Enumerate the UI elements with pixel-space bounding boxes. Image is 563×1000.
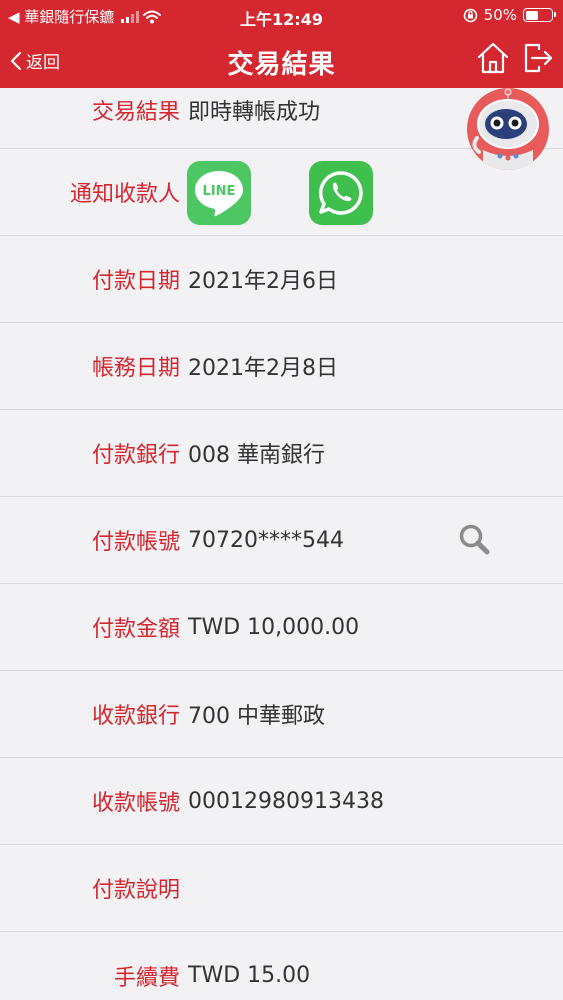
logout-button[interactable] bbox=[522, 41, 554, 79]
account-search-button[interactable] bbox=[457, 522, 491, 560]
logout-icon bbox=[524, 43, 553, 73]
notify-payee-label: 通知收款人 bbox=[69, 182, 180, 207]
payee-bank-label: 收款銀行 bbox=[91, 704, 180, 729]
detail-row-payer-bank: 付款銀行 008 華南銀行 bbox=[0, 410, 563, 497]
detail-row-payee-account: 收款帳號 00012980913438 bbox=[0, 758, 563, 845]
payer-bank-value: 008 華南銀行 bbox=[188, 443, 325, 468]
detail-row-payment-amount: 付款金額 TWD 10,000.00 bbox=[0, 584, 563, 671]
battery-level bbox=[525, 10, 538, 20]
payer-account-label: 付款帳號 bbox=[91, 530, 180, 555]
payment-amount-value: TWD 10,000.00 bbox=[188, 614, 360, 640]
detail-row-payment-note: 付款說明 bbox=[0, 845, 563, 932]
payee-account-label: 收款帳號 bbox=[91, 791, 180, 816]
home-button[interactable] bbox=[476, 41, 510, 79]
robot-assistant-button[interactable] bbox=[467, 88, 549, 170]
whatsapp-icon bbox=[318, 171, 363, 215]
notify-payee-row: 通知收款人 LINE bbox=[0, 149, 563, 236]
line-icon: LINE bbox=[195, 171, 243, 217]
status-bar: ◀ 華銀隨行保鑣 上午12:49 50% bbox=[0, 0, 563, 32]
accounting-date-value: 2021年2月8日 bbox=[188, 356, 338, 381]
detail-row-payer-account: 付款帳號 70720****544 bbox=[0, 497, 563, 584]
detail-row-fee: 手續費 TWD 15.00 bbox=[0, 932, 563, 1000]
battery-percent: 50% bbox=[483, 6, 517, 24]
payer-account-value: 70720****544 bbox=[188, 527, 344, 553]
nav-bar: 返回 交易結果 bbox=[0, 32, 563, 88]
orientation-lock-icon bbox=[463, 8, 477, 22]
line-share-button[interactable]: LINE bbox=[187, 161, 251, 225]
transaction-result-list: 交易結果 即時轉帳成功 通知收款人 LINE 付款日期 2021年2月6日 帳務… bbox=[0, 88, 563, 1000]
payment-note-label: 付款說明 bbox=[91, 878, 180, 903]
whatsapp-share-button[interactable] bbox=[309, 161, 373, 225]
result-value: 即時轉帳成功 bbox=[188, 100, 321, 125]
detail-row-payee-bank: 收款銀行 700 中華郵政 bbox=[0, 671, 563, 758]
payee-account-value: 00012980913438 bbox=[188, 788, 384, 814]
accounting-date-label: 帳務日期 bbox=[91, 356, 180, 381]
battery-icon bbox=[523, 8, 556, 22]
fee-label: 手續費 bbox=[113, 965, 180, 991]
fee-value: TWD 15.00 bbox=[188, 963, 311, 988]
detail-row-accounting-date: 帳務日期 2021年2月8日 bbox=[0, 323, 563, 410]
robot-assistant-icon bbox=[472, 88, 539, 170]
payment-date-value: 2021年2月6日 bbox=[188, 269, 338, 294]
payment-amount-label: 付款金額 bbox=[91, 617, 180, 642]
payee-bank-value: 700 中華郵政 bbox=[188, 704, 325, 729]
detail-row-payment-date: 付款日期 2021年2月6日 bbox=[0, 236, 563, 323]
status-right: 50% bbox=[463, 6, 556, 24]
line-icon-text: LINE bbox=[203, 184, 236, 199]
search-icon bbox=[459, 524, 490, 555]
result-label: 交易結果 bbox=[91, 100, 180, 125]
payer-bank-label: 付款銀行 bbox=[91, 443, 180, 468]
payment-date-label: 付款日期 bbox=[91, 269, 180, 294]
home-icon bbox=[477, 42, 509, 74]
